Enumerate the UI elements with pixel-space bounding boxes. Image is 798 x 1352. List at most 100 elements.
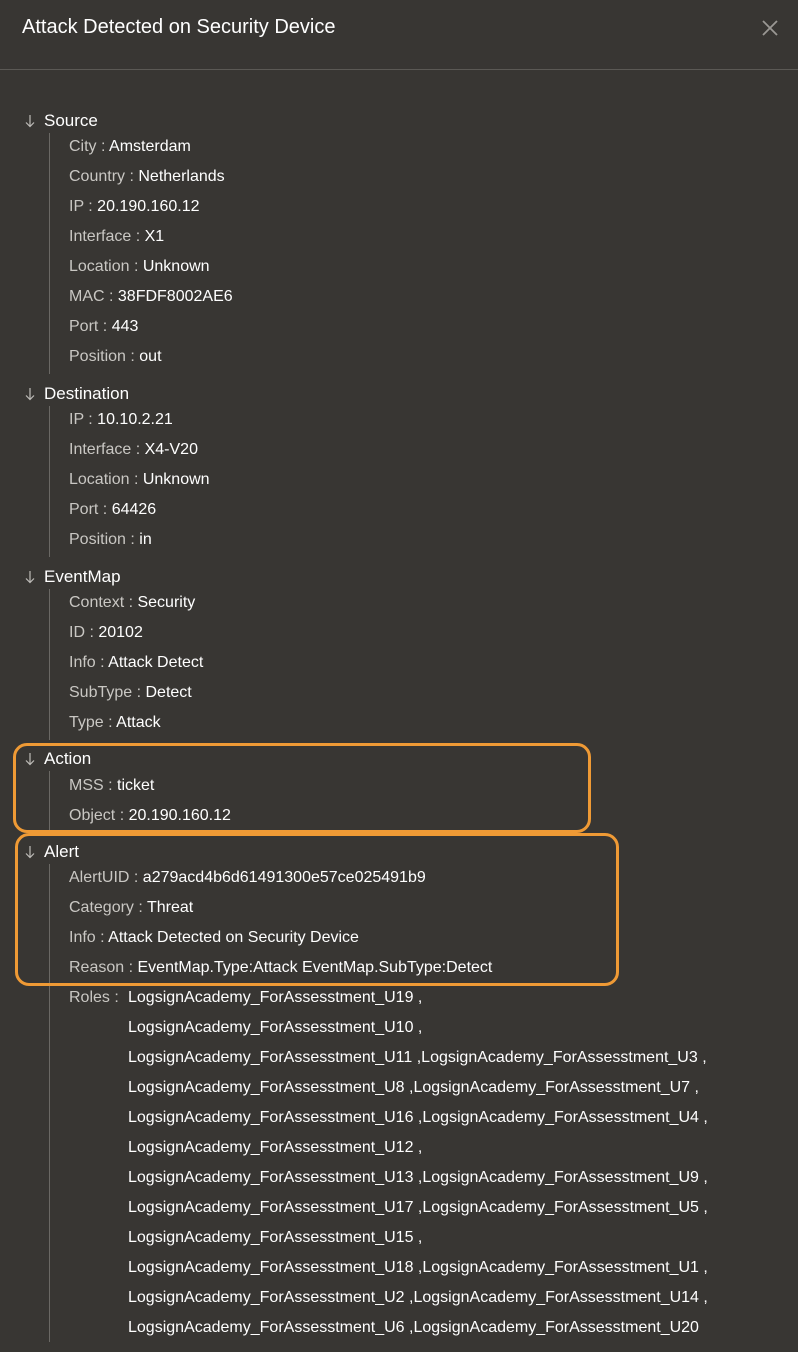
field-row: MAC : 38FDF8002AE6 xyxy=(69,288,233,305)
section-eventmap-toggle[interactable]: EventMap xyxy=(22,566,121,588)
field-value: Amsterdam xyxy=(109,138,191,155)
field-key: Location xyxy=(69,471,130,488)
roles-line: LogsignAcademy_ForAssesstment_U19 , xyxy=(128,989,423,1006)
section-action-toggle[interactable]: Action xyxy=(22,748,91,770)
field-value: Unknown xyxy=(142,471,210,488)
field-value: 20102 xyxy=(98,624,143,641)
field-value: 443 xyxy=(111,318,139,335)
field-key: Info xyxy=(69,929,96,946)
field-row: Country : Netherlands xyxy=(69,168,225,185)
field-row: Position : out xyxy=(69,348,162,365)
roles-line: LogsignAcademy_ForAssesstment_U6 ,Logsig… xyxy=(128,1319,699,1336)
field-key: Port xyxy=(69,318,99,335)
roles-key: Roles : xyxy=(69,989,119,1006)
tree-line xyxy=(49,406,50,557)
section-label-alert: Alert xyxy=(44,842,79,861)
arrow-down-icon xyxy=(22,751,38,767)
field-value: Attack xyxy=(116,714,161,731)
field-value: Unknown xyxy=(142,258,210,275)
section-label-action: Action xyxy=(44,749,92,768)
field-value: Threat xyxy=(146,899,194,916)
section-source-toggle[interactable]: Source xyxy=(22,110,98,132)
dialog-title: Attack Detected on Security Device xyxy=(22,16,336,38)
field-value: out xyxy=(139,348,162,365)
roles-line: LogsignAcademy_ForAssesstment_U11 ,Logsi… xyxy=(128,1049,707,1066)
field-key: Info xyxy=(69,654,96,671)
field-value: 20.190.160.12 xyxy=(128,807,231,824)
section-alert-toggle[interactable]: Alert xyxy=(22,841,79,863)
field-row: ID : 20102 xyxy=(69,624,143,641)
field-key: MSS xyxy=(69,777,104,794)
tree-line xyxy=(49,864,50,1342)
field-key: Object xyxy=(69,807,116,824)
field-row: Object : 20.190.160.12 xyxy=(69,807,231,824)
field-value: X4-V20 xyxy=(144,441,198,458)
field-value: Security xyxy=(137,594,196,611)
field-row: Info : Attack Detect xyxy=(69,654,204,671)
roles-line: LogsignAcademy_ForAssesstment_U10 , xyxy=(128,1019,423,1036)
field-key: City xyxy=(69,138,97,155)
field-value: 38FDF8002AE6 xyxy=(117,288,233,305)
tree-line xyxy=(49,133,50,374)
field-key: SubType xyxy=(69,684,133,701)
dialog-header: Attack Detected on Security Device xyxy=(0,0,798,70)
field-row: Category : Threat xyxy=(69,899,194,916)
field-key: Category xyxy=(69,899,134,916)
field-value: Attack Detect xyxy=(108,654,204,671)
roles-line: LogsignAcademy_ForAssesstment_U18 ,Logsi… xyxy=(128,1259,708,1276)
field-value: Attack Detected on Security Device xyxy=(108,929,359,946)
field-row: Port : 64426 xyxy=(69,501,157,518)
field-key: Type xyxy=(69,714,104,731)
roles-line: LogsignAcademy_ForAssesstment_U12 , xyxy=(128,1139,423,1156)
field-value: a279acd4b6d61491300e57ce025491b9 xyxy=(142,869,426,886)
field-value: EventMap.Type:Attack EventMap.SubType:De… xyxy=(137,959,493,976)
field-value: Netherlands xyxy=(138,168,225,185)
field-key: Port xyxy=(69,501,99,518)
field-row: Interface : X1 xyxy=(69,228,165,245)
arrow-down-icon xyxy=(22,569,38,585)
field-row: Interface : X4-V20 xyxy=(69,441,198,458)
close-icon[interactable] xyxy=(758,16,782,40)
field-row: Context : Security xyxy=(69,594,196,611)
section-label-eventmap: EventMap xyxy=(44,567,121,586)
field-value: 64426 xyxy=(111,501,157,518)
section-label-source: Source xyxy=(44,111,98,130)
field-row: Location : Unknown xyxy=(69,258,210,275)
field-value: in xyxy=(139,531,152,548)
field-key: Position xyxy=(69,531,126,548)
field-row: City : Amsterdam xyxy=(69,138,191,155)
field-key: Context xyxy=(69,594,125,611)
field-value: 10.10.2.21 xyxy=(97,411,173,428)
field-key: IP xyxy=(69,198,84,215)
field-row: IP : 20.190.160.12 xyxy=(69,198,200,215)
roles-line: LogsignAcademy_ForAssesstment_U2 ,Logsig… xyxy=(128,1289,708,1306)
field-key: MAC xyxy=(69,288,105,305)
arrow-down-icon xyxy=(22,386,38,402)
field-value: 20.190.160.12 xyxy=(97,198,200,215)
field-value: ticket xyxy=(117,777,155,794)
field-key: ID xyxy=(69,624,85,641)
field-row: IP : 10.10.2.21 xyxy=(69,411,173,428)
field-value: Detect xyxy=(145,684,192,701)
field-row: Info : Attack Detected on Security Devic… xyxy=(69,929,359,946)
field-row: Reason : EventMap.Type:Attack EventMap.S… xyxy=(69,959,493,976)
field-row: Location : Unknown xyxy=(69,471,210,488)
arrow-down-icon xyxy=(22,113,38,129)
field-value: X1 xyxy=(144,228,165,245)
field-key: Interface xyxy=(69,228,132,245)
roles-line: LogsignAcademy_ForAssesstment_U8 ,Logsig… xyxy=(128,1079,699,1096)
field-row: Port : 443 xyxy=(69,318,139,335)
roles-line: LogsignAcademy_ForAssesstment_U15 , xyxy=(128,1229,423,1246)
roles-line: LogsignAcademy_ForAssesstment_U13 ,Logsi… xyxy=(128,1169,708,1186)
arrow-down-icon xyxy=(22,844,38,860)
field-row: SubType : Detect xyxy=(69,684,192,701)
roles-line: LogsignAcademy_ForAssesstment_U17 ,Logsi… xyxy=(128,1199,708,1216)
field-row: AlertUID : a279acd4b6d61491300e57ce02549… xyxy=(69,869,426,886)
field-key: Interface xyxy=(69,441,132,458)
tree-line xyxy=(49,771,50,831)
field-row: Type : Attack xyxy=(69,714,161,731)
section-destination-toggle[interactable]: Destination xyxy=(22,383,129,405)
event-detail-tree: Source City : Amsterdam Country : Nether… xyxy=(0,70,798,1352)
roles-line: LogsignAcademy_ForAssesstment_U16 ,Logsi… xyxy=(128,1109,708,1126)
field-key: Country xyxy=(69,168,126,185)
